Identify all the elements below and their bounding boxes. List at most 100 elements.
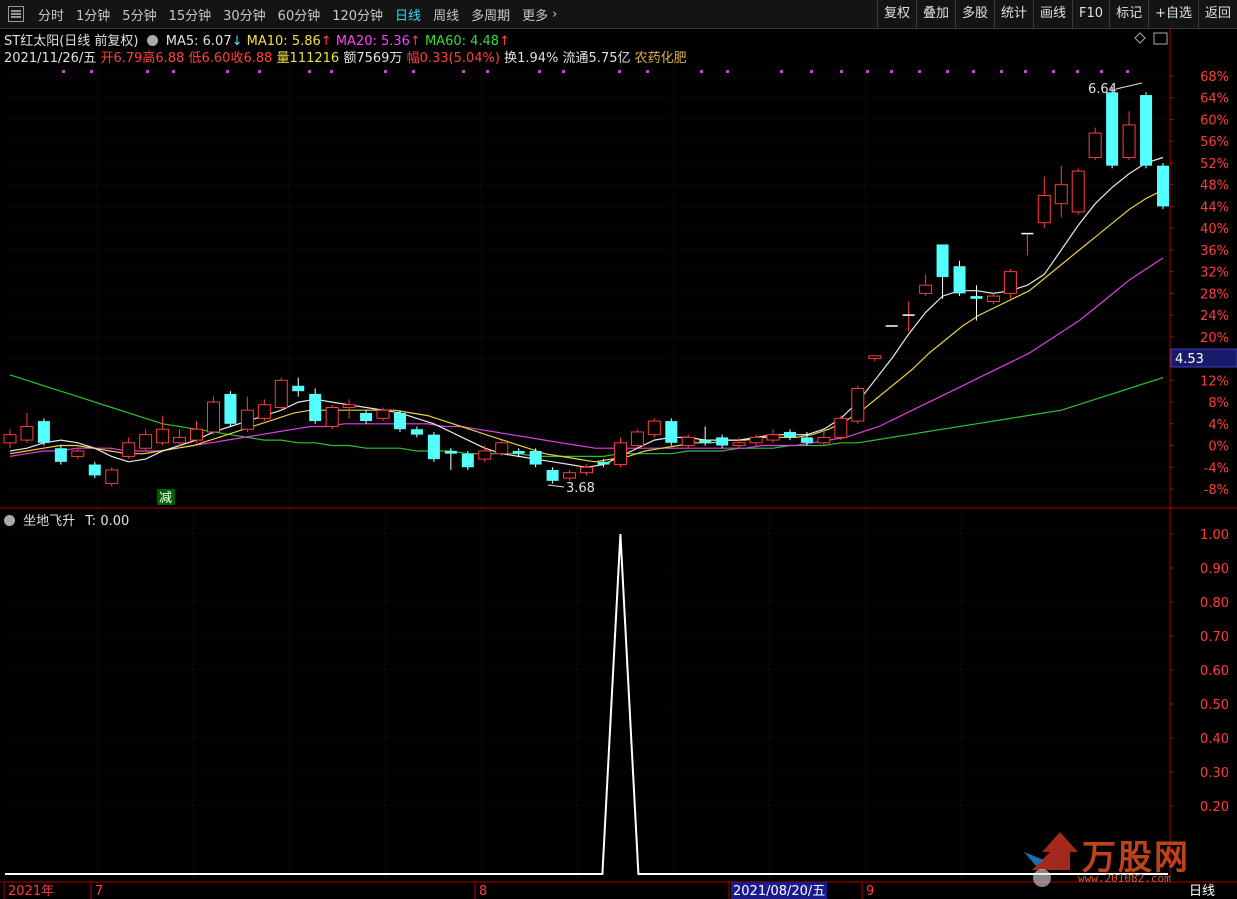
candle-body <box>953 266 966 294</box>
candle-body <box>1122 124 1136 159</box>
candle-body <box>71 450 85 457</box>
candle <box>393 410 406 432</box>
sub-axis-label: 0.80 <box>1200 596 1229 611</box>
price-axis-label: 40% <box>1200 222 1229 237</box>
time-axis-label: 2021/08/20/五 <box>733 884 825 899</box>
candle <box>495 440 509 457</box>
candle <box>37 418 50 446</box>
candle <box>444 448 457 470</box>
price-axis-label: 20% <box>1200 331 1229 346</box>
price-axis-label: 4% <box>1208 418 1229 433</box>
time-axis-label: 7 <box>95 884 103 899</box>
signal-dot <box>866 70 869 73</box>
indicator-value: T: 0.00 <box>85 514 130 529</box>
signal-dot <box>62 70 65 73</box>
candle-body <box>410 429 423 435</box>
high-price-label: 6.64 <box>1088 82 1117 97</box>
price-axis-label: 32% <box>1200 266 1229 281</box>
candle <box>1021 232 1034 256</box>
candle <box>766 429 780 443</box>
candle-body <box>292 385 305 392</box>
candle <box>919 274 933 297</box>
candle <box>546 467 559 484</box>
candle <box>360 410 373 424</box>
high-arrow-icon <box>1115 82 1143 90</box>
candle <box>986 293 1000 305</box>
candle <box>1071 168 1085 215</box>
signal-dot <box>780 70 783 73</box>
candle <box>122 437 136 460</box>
candle <box>902 301 915 332</box>
signal-dot <box>972 70 975 73</box>
candle-body <box>393 412 406 430</box>
signal-dot <box>918 70 921 73</box>
candle <box>834 415 848 441</box>
sub-axis-label: 0.40 <box>1200 732 1229 747</box>
candle <box>1106 86 1119 169</box>
candle <box>681 434 695 449</box>
candle-body <box>257 404 271 419</box>
candle <box>156 415 170 446</box>
candle <box>206 396 220 435</box>
candle <box>868 355 882 362</box>
candle-body <box>240 409 254 430</box>
candle-body <box>309 393 322 422</box>
signal-dot <box>700 70 703 73</box>
sub-axis-label: 0.70 <box>1200 630 1229 645</box>
signal-dot <box>810 70 813 73</box>
candle <box>851 385 865 424</box>
kline-chart[interactable]: 68% 64% 60% 56% 52% 48% 44% 40% 36% 32% 28% 24% 20% 1… <box>0 0 1237 899</box>
candle-body <box>851 387 865 422</box>
signal-dot <box>646 70 649 73</box>
candle <box>953 260 966 297</box>
sub-axis-label: 0.50 <box>1200 698 1229 713</box>
time-axis-label: 9 <box>866 884 874 899</box>
signal-dot <box>538 70 541 73</box>
candle-body <box>800 437 813 443</box>
signal-dot <box>562 70 565 73</box>
candle <box>240 396 254 432</box>
candle-body <box>749 436 763 444</box>
signal-dot <box>1100 70 1103 73</box>
candle-body <box>783 431 796 438</box>
ma5-line <box>9 156 1164 468</box>
price-axis-label: 48% <box>1200 179 1229 194</box>
price-axis-label: 52% <box>1200 157 1229 172</box>
signal-dot <box>1024 70 1027 73</box>
candle-body <box>461 453 474 468</box>
candle <box>817 431 831 446</box>
candle-body <box>122 442 136 457</box>
indicator-menu-icon[interactable] <box>4 515 15 526</box>
price-axis-label: 64% <box>1200 92 1229 107</box>
candle <box>173 429 187 449</box>
candle <box>257 399 271 422</box>
candle <box>105 467 119 487</box>
candle-body <box>1071 170 1085 213</box>
candle-body <box>1157 165 1169 207</box>
candle <box>309 388 322 424</box>
candle-body <box>1037 195 1051 224</box>
candle-body <box>190 428 204 441</box>
candle-body <box>647 420 661 436</box>
candle-body <box>105 469 119 485</box>
candle-body <box>868 355 882 360</box>
candle-body <box>3 434 17 444</box>
candle-body <box>580 466 593 474</box>
diamond-icon <box>1134 32 1146 44</box>
signal-dot <box>146 70 149 73</box>
candle-body <box>1088 132 1102 159</box>
candle <box>1054 165 1068 218</box>
price-axis-label: -4% <box>1204 461 1229 476</box>
price-axis-label: 0% <box>1208 440 1229 455</box>
signal-dot <box>384 70 387 73</box>
low-price-label: 3.68 <box>566 481 595 496</box>
candle-body <box>427 434 440 460</box>
candle <box>716 434 729 449</box>
candle <box>224 391 237 427</box>
candle-body <box>1106 92 1119 166</box>
candle-body <box>20 426 34 441</box>
candle-body <box>478 450 492 460</box>
candle-body <box>376 409 390 419</box>
candle <box>427 431 440 462</box>
indicator-title: 坐地飞升 T: 0.00 <box>4 510 129 529</box>
